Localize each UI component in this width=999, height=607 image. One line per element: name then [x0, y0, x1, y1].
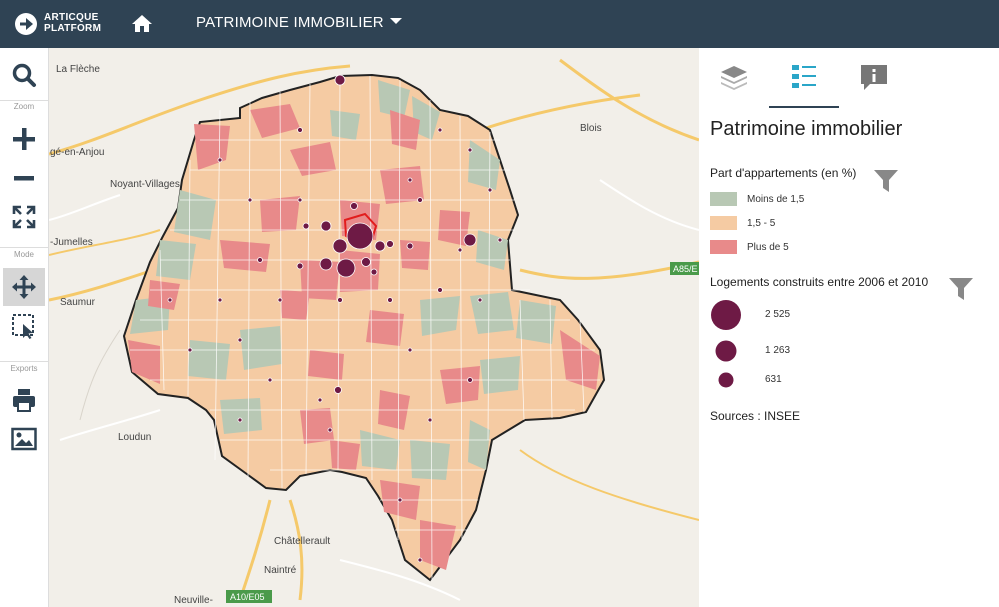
road-shield-label: A85/E: [673, 264, 698, 274]
logo-text: ARTICQUE PLATFORM: [44, 12, 101, 34]
road-shield-label: A10/E05: [230, 592, 265, 602]
map-view[interactable]: La Flèche gé-en-Anjou Noyant-Villages -J…: [49, 48, 699, 607]
image-export-icon: [11, 427, 37, 451]
circle-label: 631: [765, 374, 782, 385]
legend-swatch-low: [710, 192, 737, 206]
exports-label: Exports: [10, 364, 38, 373]
filter-icon[interactable]: [873, 168, 899, 194]
search-icon: [12, 63, 36, 87]
selection-mode-button[interactable]: [3, 307, 45, 345]
legend-label: 1,5 - 5: [747, 218, 776, 229]
place-label: Blois: [580, 123, 602, 134]
search-button[interactable]: [3, 56, 45, 94]
top-bar: ARTICQUE PLATFORM PATRIMOINE IMMOBILIER: [0, 0, 999, 48]
articque-logo-icon: [15, 13, 37, 35]
place-label: gé-en-Anjou: [50, 147, 104, 158]
zoom-in-icon: [13, 128, 35, 150]
circle-legend-symbols: [711, 300, 741, 388]
legend-swatch-high: [710, 240, 737, 254]
circle-symbol-large: [711, 300, 741, 330]
circle-label: 2 525: [765, 309, 791, 320]
mode-label: Mode: [13, 250, 34, 259]
toolbar-divider: [0, 100, 48, 101]
fit-extent-button[interactable]: [3, 198, 45, 236]
circles-title: Logements construits entre 2006 et 2010: [710, 275, 929, 289]
fit-extent-icon: [12, 205, 36, 229]
place-label: Loudun: [118, 432, 151, 443]
choropleth-title: Part d'appartements (en %): [710, 166, 857, 180]
legend-icon: [792, 65, 816, 88]
home-button[interactable]: [130, 12, 154, 36]
pan-mode-button[interactable]: [3, 268, 45, 306]
toolbar-divider: [0, 361, 48, 362]
pan-move-icon: [12, 275, 36, 299]
legend-label: Plus de 5: [747, 242, 789, 253]
place-label: Naintré: [264, 565, 297, 576]
tab-layers[interactable]: [699, 56, 769, 108]
map-canvas[interactable]: La Flèche gé-en-Anjou Noyant-Villages -J…: [49, 48, 699, 607]
circle-symbol-medium: [715, 340, 737, 362]
tab-info[interactable]: [839, 56, 909, 108]
place-label: Châtellerault: [274, 536, 330, 547]
place-label: La Flèche: [56, 64, 100, 75]
place-label: Noyant-Villages: [110, 179, 180, 190]
circle-symbol-small: [718, 372, 734, 388]
logo-text-line1: ARTICQUE: [44, 12, 99, 23]
zoom-out-icon: [14, 176, 34, 181]
logo[interactable]: ARTICQUE PLATFORM: [14, 10, 114, 38]
place-label: -Jumelles: [50, 237, 93, 248]
filter-icon[interactable]: [948, 276, 974, 302]
home-icon: [132, 15, 152, 32]
toolbar-divider: [0, 247, 48, 248]
circle-label: 1 263: [765, 345, 791, 356]
zoom-label: Zoom: [13, 102, 35, 111]
place-label: Saumur: [60, 297, 96, 308]
legend-panel: Patrimoine immobilier Part d'appartement…: [699, 48, 999, 607]
info-icon: [861, 65, 887, 90]
legend-swatch-mid: [710, 216, 737, 230]
panel-title: Patrimoine immobilier: [710, 118, 903, 140]
image-export-button[interactable]: [3, 420, 45, 458]
zoom-in-button[interactable]: [3, 120, 45, 158]
print-icon: [13, 389, 35, 412]
print-button[interactable]: [3, 381, 45, 419]
selection-icon: [12, 314, 34, 339]
map-toolbar: Zoom Mode Exports: [0, 48, 49, 607]
layers-icon: [721, 66, 747, 90]
project-dropdown[interactable]: PATRIMOINE IMMOBILIER: [196, 14, 402, 31]
zoom-out-button[interactable]: [3, 159, 45, 197]
logo-text-line2: PLATFORM: [44, 23, 102, 34]
legend-label: Moins de 1,5: [747, 194, 805, 205]
place-label: Neuville-: [174, 595, 213, 606]
project-title: PATRIMOINE IMMOBILIER: [196, 14, 384, 31]
caret-down-icon: [389, 18, 402, 24]
sources-text: Sources : INSEE: [710, 409, 801, 423]
tab-legend[interactable]: [769, 56, 839, 108]
